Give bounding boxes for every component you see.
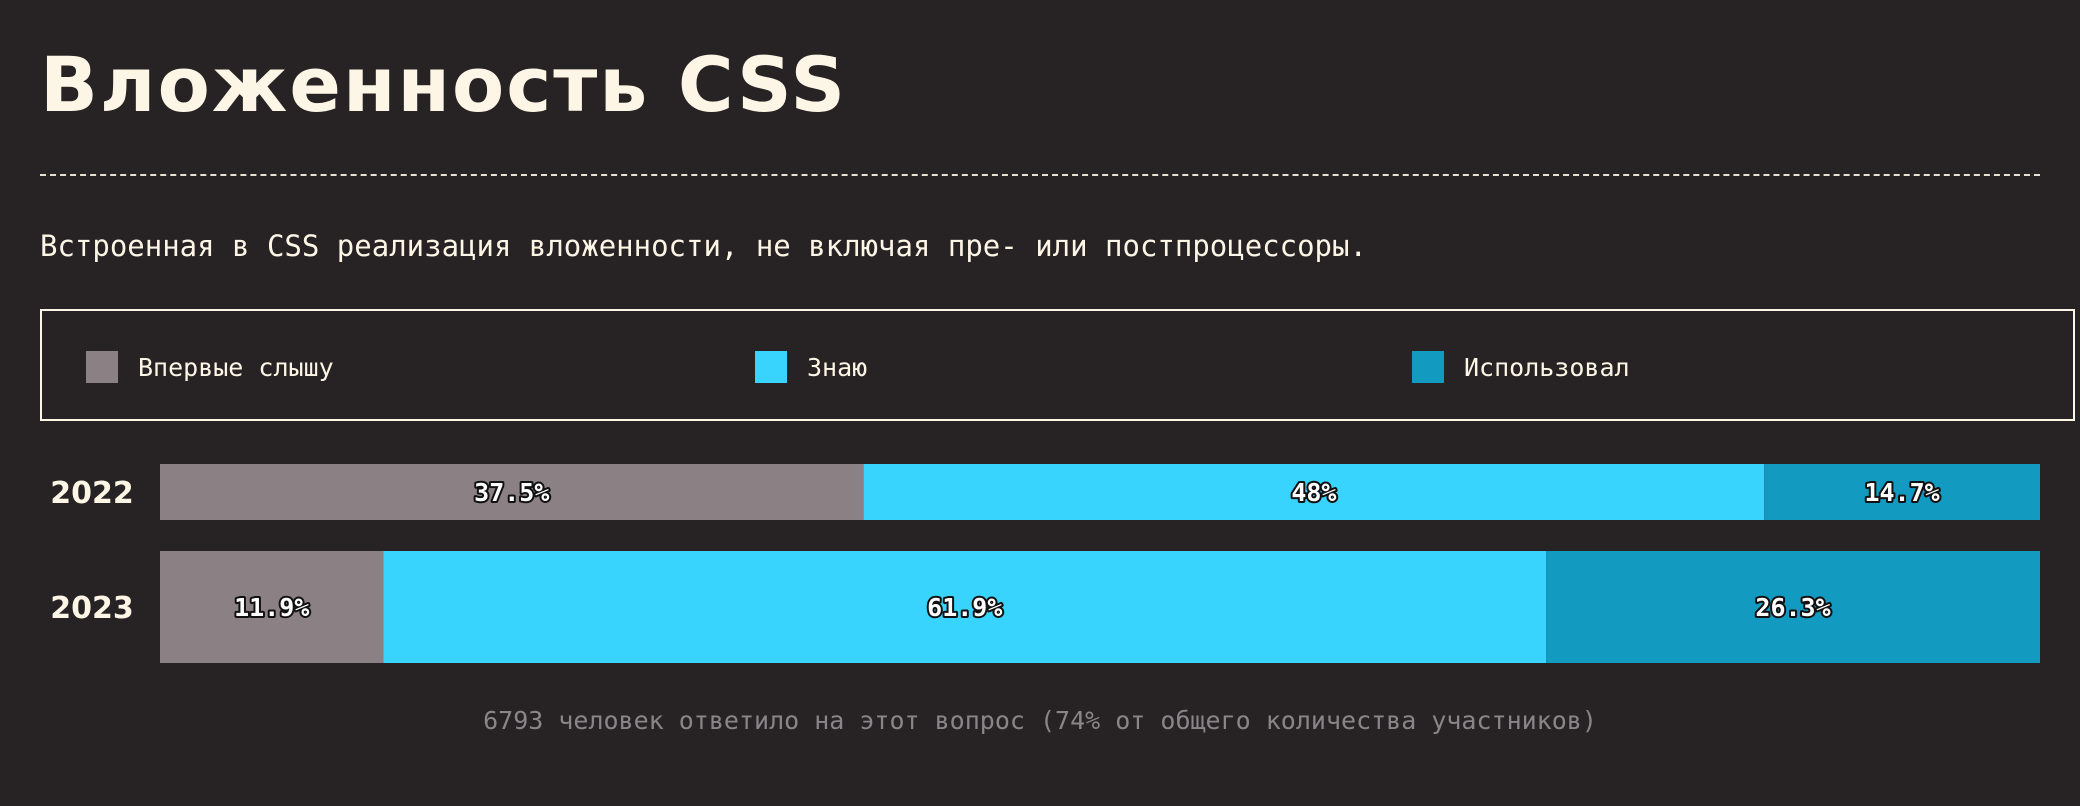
legend-item-used[interactable]: Использовал xyxy=(1412,351,1630,383)
value-label-2023-used: 26.3% xyxy=(1755,593,1830,622)
legend-swatch-know xyxy=(755,351,787,383)
year-label-2023: 2023 xyxy=(50,591,134,626)
legend-label-used: Использовал xyxy=(1464,352,1630,382)
respondents-footnote: 6793 человек ответило на этот вопрос (74… xyxy=(483,706,1597,735)
chart-title: Вложенность CSS xyxy=(40,40,848,129)
stacked-bar-chart: 2022 37.5% 48% 14.7% 2023 11.9% 61.9% 26.3% xyxy=(50,464,2040,663)
value-label-2022-know: 48% xyxy=(1291,478,1336,507)
value-label-2022-used: 14.7% xyxy=(1864,478,1939,507)
legend: Впервые слышу Знаю Использовал xyxy=(40,309,2075,421)
title-divider xyxy=(40,174,2040,176)
legend-label-know: Знаю xyxy=(807,352,868,382)
chart-subtitle: Встроенная в CSS реализация вложенности,… xyxy=(40,229,1367,263)
legend-swatch-used xyxy=(1412,351,1444,383)
legend-label-never-heard: Впервые слышу xyxy=(138,352,334,382)
legend-item-know[interactable]: Знаю xyxy=(755,351,867,383)
value-label-2022-never-heard: 37.5% xyxy=(474,478,549,507)
legend-swatch-never-heard xyxy=(86,351,118,383)
legend-item-never-heard[interactable]: Впервые слышу xyxy=(86,351,334,383)
value-label-2023-never-heard: 11.9% xyxy=(234,593,309,622)
value-label-2023-know: 61.9% xyxy=(927,593,1002,622)
year-label-2022: 2022 xyxy=(50,476,134,511)
